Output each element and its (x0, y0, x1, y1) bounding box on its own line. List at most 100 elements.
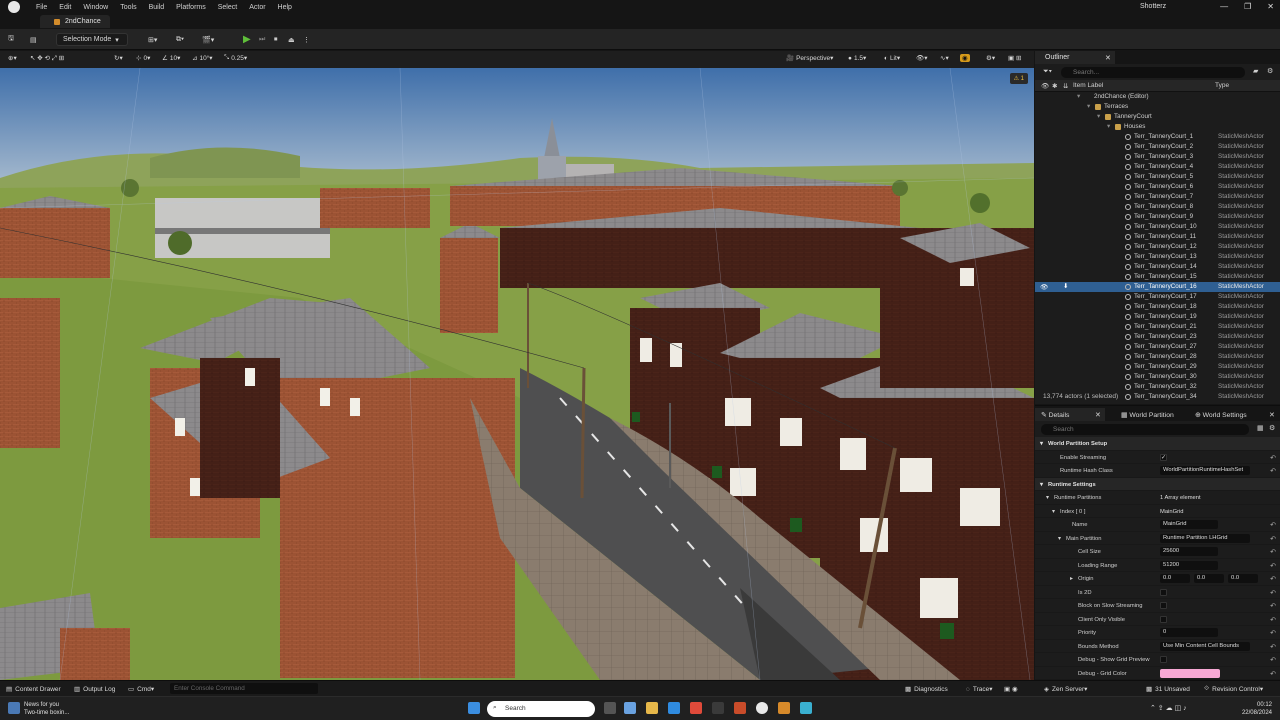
task-view-icon[interactable] (604, 702, 616, 714)
close-icon[interactable]: ✕ (1267, 2, 1274, 11)
outliner-row[interactable]: Terr_TanneryCourt_19 StaticMeshActor (1035, 312, 1280, 322)
app2-icon[interactable] (734, 702, 746, 714)
translate-snap[interactable]: ⊹ 0 ▾ (136, 54, 150, 63)
outliner-row[interactable]: ▾ 2ndChance (Editor) (1035, 92, 1280, 102)
property-checkbox[interactable] (1160, 615, 1167, 623)
expand-arrow-icon[interactable]: ▾ (1040, 482, 1043, 488)
maximize-icon[interactable]: ❐ (1244, 2, 1251, 11)
visibility-column-icon[interactable]: 👁 (1041, 82, 1049, 90)
unsaved-button[interactable]: ▩ 31 Unsaved (1146, 685, 1190, 694)
reset-to-default-icon[interactable]: ↶ (1270, 643, 1276, 651)
column-type[interactable]: Type (1215, 82, 1229, 89)
reset-to-default-icon[interactable]: ↶ (1270, 548, 1276, 556)
add-actor-icon[interactable]: ⊞▾ (148, 33, 157, 46)
expand-arrow-icon[interactable]: ▸ (1070, 576, 1073, 582)
level-tab[interactable]: 2ndChance (40, 15, 110, 28)
outliner-row[interactable]: Terr_TanneryCourt_10 StaticMeshActor (1035, 222, 1280, 232)
outliner-row[interactable]: Terr_TanneryCourt_5 StaticMeshActor (1035, 172, 1280, 182)
content-browser-icon[interactable]: ▤ (30, 33, 37, 46)
details-search-input[interactable]: Search (1041, 424, 1249, 435)
pin-column-icon[interactable]: ⇊ (1063, 82, 1068, 90)
outliner-row[interactable]: Terr_TanneryCourt_13 StaticMeshActor (1035, 252, 1280, 262)
rotate-snap[interactable]: ∠ 10 ▾ (162, 54, 180, 63)
clock[interactable]: 00:12 22/08/2024 (1242, 701, 1272, 717)
outliner-row[interactable]: Terr_TanneryCourt_8 StaticMeshActor (1035, 202, 1280, 212)
warning-badge[interactable]: ⚠ 1 (1009, 73, 1028, 84)
reset-to-default-icon[interactable]: ↶ (1270, 535, 1276, 543)
expand-arrow-icon[interactable]: ▾ (1040, 441, 1043, 447)
outliner-row[interactable]: Terr_TanneryCourt_7 StaticMeshActor (1035, 192, 1280, 202)
minimize-icon[interactable]: — (1220, 2, 1228, 11)
eject-icon[interactable]: ⏏ (288, 33, 295, 46)
outliner-row[interactable]: Terr_TanneryCourt_18 StaticMeshActor (1035, 302, 1280, 312)
property-value-field[interactable]: MainGrid (1160, 520, 1218, 529)
menu-actor[interactable]: Actor (243, 4, 271, 11)
cinematics-icon[interactable]: 🎬▾ (202, 33, 214, 46)
outliner-row[interactable]: Terr_TanneryCourt_17 StaticMeshActor (1035, 292, 1280, 302)
trace-button[interactable]: ◌ Trace ▾ (966, 685, 993, 694)
diagnostics-button[interactable]: ▩ Diagnostics (905, 685, 948, 694)
expand-arrow-icon[interactable]: ▾ (1052, 509, 1055, 515)
zen-server-button[interactable]: ◈ Zen Server ▾ (1044, 685, 1087, 694)
expand-arrow-icon[interactable]: ▾ (1107, 123, 1110, 130)
reset-to-default-icon[interactable]: ↶ (1270, 602, 1276, 610)
outliner-row[interactable]: ▾ Terraces (1035, 102, 1280, 112)
save-icon[interactable]: 🖫 (8, 33, 14, 46)
system-tray-icons[interactable]: ⌃ ⇪ ☁ ◫ ♪ (1150, 704, 1187, 712)
menu-tools[interactable]: Tools (114, 4, 142, 11)
revision-control-button[interactable]: ⟐ Revision Control ▾ (1204, 685, 1263, 693)
news-icon[interactable] (8, 702, 20, 714)
selection-mode-dropdown[interactable]: Selection Mode ▾ (56, 33, 128, 46)
grid-color-swatch[interactable] (1160, 668, 1220, 678)
menu-select[interactable]: Select (212, 4, 243, 11)
close-icon[interactable]: ✕ (1105, 54, 1111, 62)
property-checkbox[interactable] (1160, 602, 1167, 609)
visibility-eye-icon[interactable]: 👁 (1040, 283, 1048, 291)
trace-controls-icon[interactable]: ▣ ◉ (1004, 685, 1018, 693)
layout-icon[interactable]: ▣ ⊞ (1008, 54, 1021, 62)
content-drawer-button[interactable]: ▤ Content Drawer (6, 685, 61, 694)
menu-window[interactable]: Window (77, 4, 114, 11)
outliner-row[interactable]: Terr_TanneryCourt_29 StaticMeshActor (1035, 362, 1280, 372)
reset-to-default-icon[interactable]: ↶ (1270, 589, 1276, 597)
add-folder-icon[interactable]: ▰ (1253, 67, 1258, 75)
reset-to-default-icon[interactable]: ↶ (1270, 454, 1276, 462)
taskbar-search[interactable]: ⌕ Search (487, 701, 595, 717)
outliner-row[interactable]: Terr_TanneryCourt_14 StaticMeshActor (1035, 262, 1280, 272)
property-value-field[interactable]: 0 (1160, 628, 1218, 637)
camera-speed[interactable]: ● 1.5 ▾ (848, 54, 866, 63)
chrome-icon[interactable] (690, 702, 702, 714)
expand-arrow-icon[interactable]: ▾ (1097, 113, 1100, 120)
reset-to-default-icon[interactable]: ↶ (1270, 656, 1276, 664)
blender-icon[interactable] (778, 702, 790, 714)
unreal-taskbar-icon[interactable] (756, 702, 768, 714)
outliner-row[interactable]: Terr_TanneryCourt_32 StaticMeshActor (1035, 382, 1280, 392)
reset-to-default-icon[interactable]: ↶ (1270, 562, 1276, 570)
outliner-row[interactable]: 👁 ⬇ Terr_TanneryCourt_16 StaticMeshActor (1035, 282, 1280, 292)
menu-platforms[interactable]: Platforms (170, 4, 212, 11)
property-category[interactable]: ▾ Runtime Settings (1035, 477, 1280, 491)
output-log-button[interactable]: ▥ Output Log (74, 685, 115, 694)
show-flags-icon[interactable]: 👁▾ (916, 54, 928, 62)
property-vector-field[interactable]: 0.0 (1194, 574, 1224, 583)
cmd-dropdown[interactable]: ▭ Cmd ▾ (128, 685, 154, 694)
app-icon[interactable] (712, 702, 724, 714)
filter-icon[interactable]: ⏷▾ (1043, 68, 1052, 76)
level-viewport[interactable]: ⊕▾ ↖ ✥ ⟲ ⤢ ⊞ ↻▾ ⊹ 0 ▾ ∠ 10 ▾ ⊿ 10° ▾ ⤡ 0.25… (0, 51, 1034, 680)
more-options-icon[interactable]: ⋮ (303, 33, 310, 46)
outliner-row[interactable]: Terr_TanneryCourt_1 StaticMeshActor (1035, 132, 1280, 142)
lighting-dropdown[interactable]: ◐ Lit ▾ (884, 54, 900, 63)
outliner-row[interactable]: Terr_TanneryCourt_15 StaticMeshActor (1035, 272, 1280, 282)
property-value-field[interactable]: WorldPartitionRuntimeHashSet (1160, 466, 1250, 475)
tab-world-partition[interactable]: ▦ World Partition (1121, 408, 1174, 421)
close-icon[interactable]: ✕ (1269, 411, 1275, 419)
blueprint-icon[interactable]: ⧉▾ (176, 33, 184, 46)
surface-snap-icon[interactable]: ↻▾ (114, 54, 123, 62)
outliner-row[interactable]: ▾ Houses (1035, 122, 1280, 132)
outliner-row[interactable]: Terr_TanneryCourt_4 StaticMeshActor (1035, 162, 1280, 172)
outliner-row[interactable]: Terr_TanneryCourt_12 StaticMeshActor (1035, 242, 1280, 252)
widgets-icon[interactable] (624, 702, 636, 714)
perspective-dropdown[interactable]: 🎥 Perspective ▾ (786, 54, 833, 63)
scale-snap[interactable]: ⤡ 0.25 ▾ (224, 54, 247, 62)
outliner-settings-icon[interactable]: ⚙ (1267, 67, 1273, 75)
